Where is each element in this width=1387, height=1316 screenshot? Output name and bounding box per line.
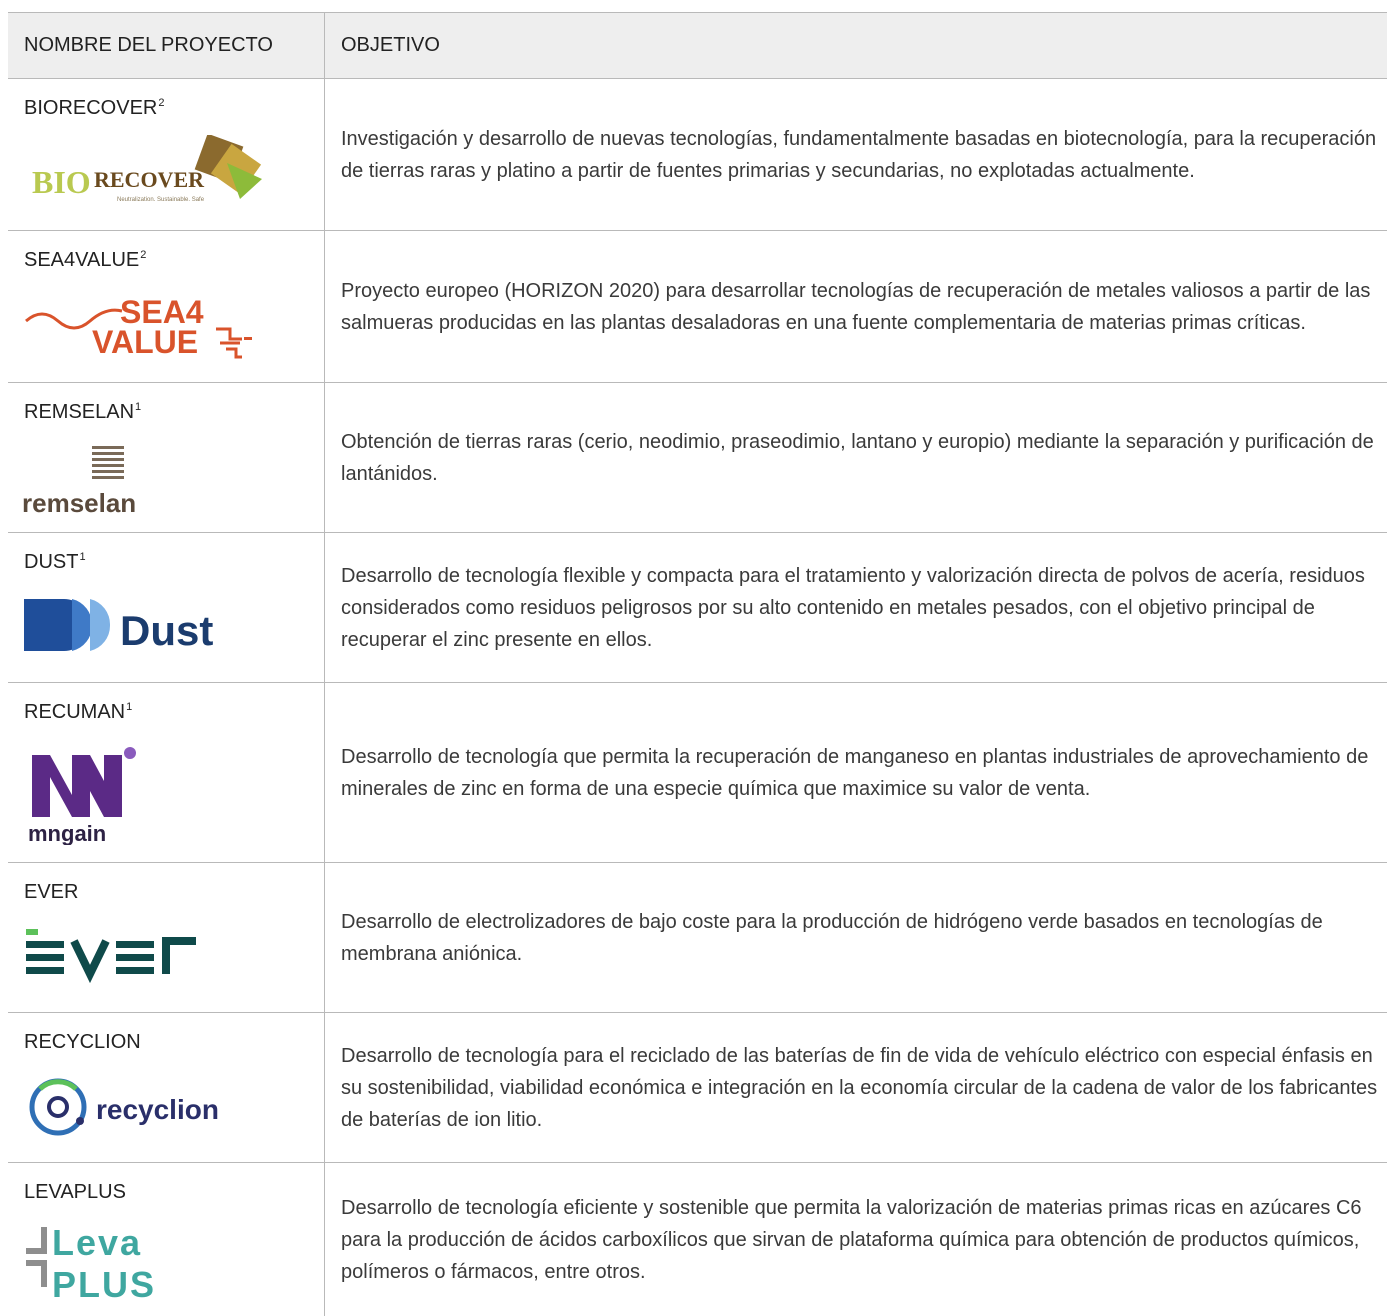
table-row: BIORECOVER2 BIO RECOVER Neutralization. … [8, 79, 1387, 231]
project-objective: Investigación y desarrollo de nuevas tec… [341, 127, 1377, 182]
project-objective: Obtención de tierras raras (cerio, neodi… [341, 430, 1374, 485]
table-row: DUST1 Dust Desarrollo de tecnología flex… [8, 533, 1387, 683]
svg-text:Dust: Dust [120, 607, 213, 654]
table-header: NOMBRE DEL PROYECTO OBJETIVO [8, 13, 1387, 79]
table-row: EVER Desarrollo de electrolizadores de b… [8, 863, 1387, 1013]
ever-logo [26, 929, 196, 984]
table-row: LEVAPLUS Leva PLUS Desarrollo de tecnolo… [8, 1163, 1387, 1316]
projects-table: NOMBRE DEL PROYECTO OBJETIVO BIORECOVER2… [8, 12, 1387, 1316]
svg-text:mngain: mngain [28, 821, 106, 845]
svg-text:BIO: BIO [32, 164, 91, 200]
levaplus-logo: Leva PLUS [26, 1222, 156, 1305]
dust-logo: Dust [24, 599, 213, 654]
project-name: REMSELAN [24, 401, 135, 423]
svg-text:recyclion: recyclion [96, 1094, 219, 1125]
project-objective: Proyecto europeo (HORIZON 2020) para des… [341, 279, 1371, 334]
project-name: EVER [24, 881, 79, 903]
table-row: REMSELAN1 remselan Obtención de tierras … [8, 383, 1387, 533]
project-objective: Desarrollo de electrolizadores de bajo c… [341, 910, 1323, 965]
mngain-logo: mngain [28, 747, 136, 845]
svg-text:remselan: remselan [22, 488, 136, 518]
svg-text:Neutralization. Sustainable. S: Neutralization. Sustainable. Safe [117, 197, 205, 203]
svg-text:RECOVER: RECOVER [94, 167, 205, 192]
project-name: DUST [24, 551, 79, 573]
project-objective: Desarrollo de tecnología eficiente y sos… [341, 1196, 1362, 1283]
project-name: RECUMAN [24, 701, 126, 723]
project-name: BIORECOVER [24, 97, 158, 119]
project-objective: Desarrollo de tecnología para el recicla… [341, 1044, 1378, 1131]
project-name: RECYCLION [24, 1031, 141, 1053]
project-name: SEA4VALUE [24, 249, 140, 271]
svg-text:Leva: Leva [52, 1222, 142, 1263]
project-objective: Desarrollo de tecnología flexible y comp… [341, 564, 1365, 651]
recyclion-logo: recyclion [29, 1078, 219, 1136]
project-objective: Desarrollo de tecnología que permita la … [341, 745, 1369, 800]
svg-text:PLUS: PLUS [52, 1264, 156, 1305]
table-row: RECYCLION recyclion Desarrollo de tecnol… [8, 1013, 1387, 1163]
table-row: RECUMAN1 mngain Desarrollo de tecnología… [8, 683, 1387, 863]
sea4value-logo: SEA4 VALUE [25, 294, 252, 360]
remselan-logo: remselan [22, 446, 136, 518]
table-row: SEA4VALUE2 SEA4 VALUE Proyecto europeo (… [8, 231, 1387, 383]
header-project-name: NOMBRE DEL PROYECTO [8, 13, 325, 78]
project-name: LEVAPLUS [24, 1181, 126, 1203]
biorecover-logo: BIO RECOVER Neutralization. Sustainable.… [32, 135, 262, 203]
svg-text:VALUE: VALUE [92, 324, 198, 360]
header-objective: OBJETIVO [341, 34, 440, 56]
